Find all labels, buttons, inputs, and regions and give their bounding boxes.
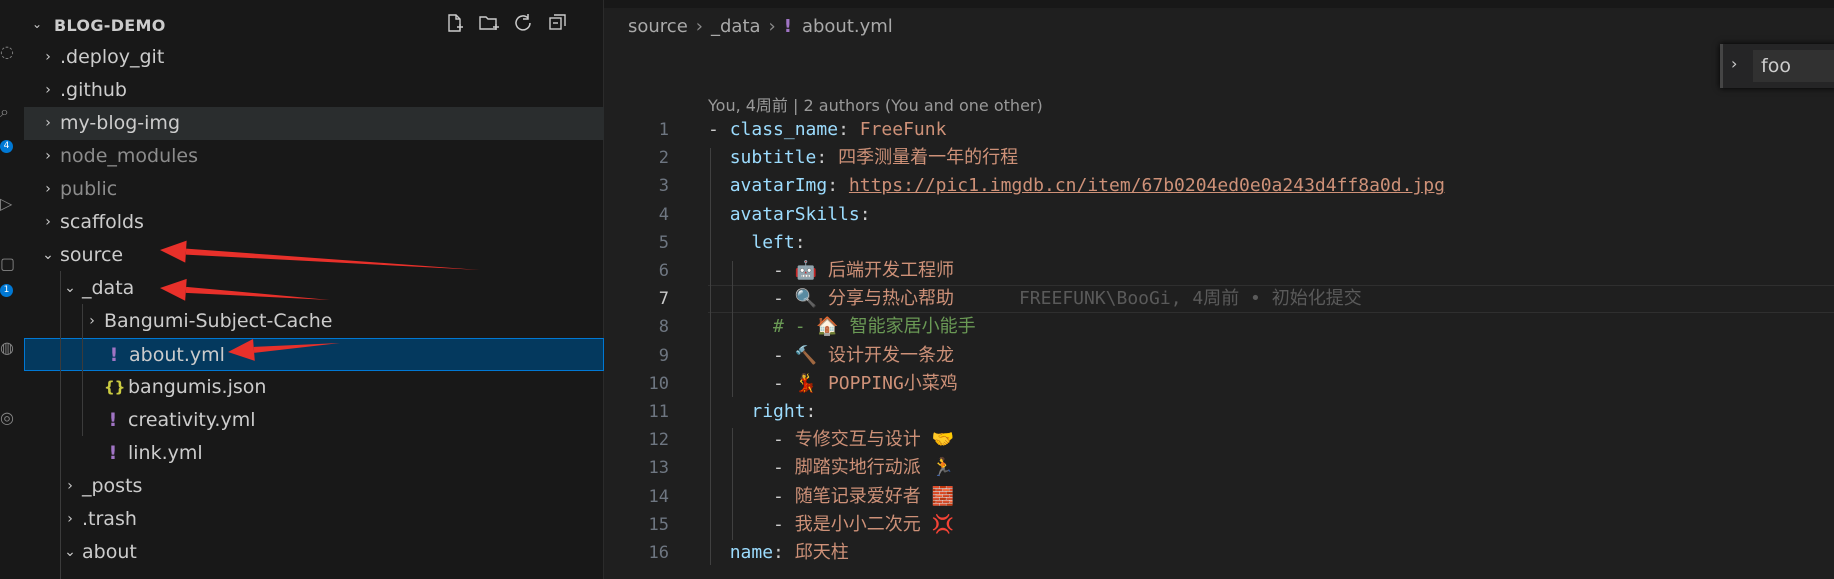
code-token: 💃 POPPING小菜鸡 bbox=[794, 372, 958, 394]
code-line[interactable]: - 专修交互与设计 🤝 bbox=[708, 426, 954, 454]
annotation-arrow-head bbox=[228, 338, 255, 361]
code-token: 四季测量着一年的行程 bbox=[838, 147, 1019, 169]
code-line[interactable]: - 🔍 分享与热心帮助 FREEFUNK\BooGi, 4周前 • 初始化提交 bbox=[708, 285, 1362, 313]
line-number: 12 bbox=[648, 430, 669, 451]
line-number: 4 bbox=[658, 204, 669, 225]
code-token: name bbox=[729, 542, 774, 563]
git-codelens[interactable]: You, 4周前 | 2 authors (You and one other) bbox=[708, 92, 1043, 116]
indent-guide bbox=[710, 148, 711, 565]
find-widget: › bbox=[1720, 44, 1834, 88]
code-line[interactable]: - class_name: FreeFunk bbox=[708, 116, 946, 144]
code-token: 🔍 分享与热心帮助 bbox=[794, 288, 954, 310]
code-token: - bbox=[708, 429, 795, 451]
chevron-right-icon[interactable]: › bbox=[1731, 54, 1737, 73]
code-token: : bbox=[838, 119, 860, 140]
line-number: 2 bbox=[658, 148, 669, 169]
code-line[interactable]: subtitle: 四季测量着一年的行程 bbox=[708, 144, 1018, 172]
code-line[interactable]: - 随笔记录爱好者 🧱 bbox=[708, 483, 954, 511]
code-token: https://pic1.imgdb.cn/item/67b0204ed0e0a… bbox=[848, 175, 1445, 197]
code-token: - bbox=[708, 457, 795, 479]
code-token: - bbox=[708, 372, 795, 394]
line-number: 5 bbox=[658, 232, 669, 253]
code-token: 邱天柱 bbox=[794, 542, 849, 563]
code-token: 🔨 设计开发一条龙 bbox=[794, 344, 954, 366]
find-input[interactable] bbox=[1753, 50, 1834, 82]
line-number: 9 bbox=[658, 345, 669, 366]
code-line[interactable]: - 💃 POPPING小菜鸡 bbox=[708, 370, 958, 398]
line-number: 11 bbox=[648, 402, 669, 422]
line-number: 15 bbox=[648, 514, 669, 535]
tab-strip bbox=[604, 0, 1834, 8]
breadcrumb-item[interactable]: _data bbox=[711, 12, 761, 42]
code-line[interactable]: name: 邱天柱 bbox=[708, 539, 849, 567]
line-number: 7 bbox=[658, 289, 669, 310]
annotation-arrow bbox=[185, 286, 330, 300]
code-line[interactable]: - 我是小小二次元 💢 bbox=[708, 511, 954, 539]
line-number: 3 bbox=[658, 176, 669, 197]
code-line[interactable]: avatarImg: https://pic1.imgdb.cn/item/67… bbox=[708, 172, 1445, 200]
line-number: 16 bbox=[648, 543, 669, 563]
code-token: class_name bbox=[729, 119, 839, 140]
code-line[interactable]: # - 🏠 智能家居小能手 bbox=[708, 313, 976, 341]
editor: source › _data ›! about.yml › You, 4周前 | 2 a… bbox=[604, 0, 1834, 579]
code-token: : bbox=[794, 231, 806, 253]
code-token: 随笔记录爱好者 🧱 bbox=[794, 485, 954, 507]
code-token: subtitle bbox=[729, 147, 817, 169]
code-token: 🤖 后端开发工程师 bbox=[794, 260, 954, 281]
code-token: - bbox=[708, 288, 795, 310]
code-token: - bbox=[708, 344, 795, 366]
line-number: 13 bbox=[648, 458, 669, 479]
code-token: FREEFUNK\BooGi, 4周前 • 初始化提交 bbox=[953, 288, 1362, 310]
annotation-arrow-head bbox=[160, 240, 187, 263]
chevron-right-icon: › bbox=[695, 16, 703, 37]
line-number: 10 bbox=[648, 373, 669, 394]
chevron-right-icon: › bbox=[768, 16, 776, 37]
code-token: : bbox=[827, 175, 849, 197]
code-token: right bbox=[751, 401, 806, 422]
code-token: : bbox=[773, 542, 795, 563]
code-token: - bbox=[708, 260, 795, 281]
code-line[interactable]: avatarSkills: bbox=[708, 201, 871, 229]
annotation-arrow bbox=[253, 343, 340, 353]
code-token: 我是小小二次元 💢 bbox=[794, 513, 954, 535]
code-token: : bbox=[859, 203, 871, 225]
code-token: # - 🏠 智能家居小能手 bbox=[773, 316, 976, 338]
annotation-arrow-head bbox=[160, 278, 187, 301]
breadcrumb-item[interactable]: about.yml bbox=[802, 12, 893, 42]
code-token: left bbox=[751, 231, 795, 253]
code-token: - bbox=[708, 513, 795, 535]
code-token: avatarImg bbox=[729, 175, 828, 197]
line-number: 6 bbox=[658, 261, 669, 281]
breadcrumb-item[interactable]: source bbox=[628, 12, 688, 42]
line-number: 8 bbox=[658, 317, 669, 338]
code-token: avatarSkills bbox=[729, 203, 860, 225]
code-token: - bbox=[708, 119, 730, 140]
indent-guide bbox=[732, 261, 733, 397]
code-token: - bbox=[708, 485, 795, 507]
code-line[interactable]: - 脚踏实地行动派 🏃 bbox=[708, 454, 954, 482]
indent-guide bbox=[732, 428, 733, 540]
line-number: 1 bbox=[658, 120, 669, 140]
annotation-arrow bbox=[185, 248, 480, 270]
code-token: 脚踏实地行动派 🏃 bbox=[794, 457, 954, 479]
code-token: FreeFunk bbox=[859, 119, 947, 140]
yaml-file-icon: ! bbox=[783, 16, 792, 37]
code-token: 专修交互与设计 🤝 bbox=[794, 429, 954, 451]
code-line[interactable]: left: bbox=[708, 229, 806, 257]
code-line[interactable]: right: bbox=[708, 398, 816, 426]
code-token: : bbox=[816, 147, 839, 169]
code-line[interactable]: - 🤖 后端开发工程师 bbox=[708, 257, 954, 285]
line-number: 14 bbox=[648, 486, 669, 507]
breadcrumb[interactable]: source › _data ›! about.yml bbox=[628, 12, 893, 42]
code-token: : bbox=[805, 401, 817, 422]
code-line[interactable]: - 🔨 设计开发一条龙 bbox=[708, 342, 954, 370]
